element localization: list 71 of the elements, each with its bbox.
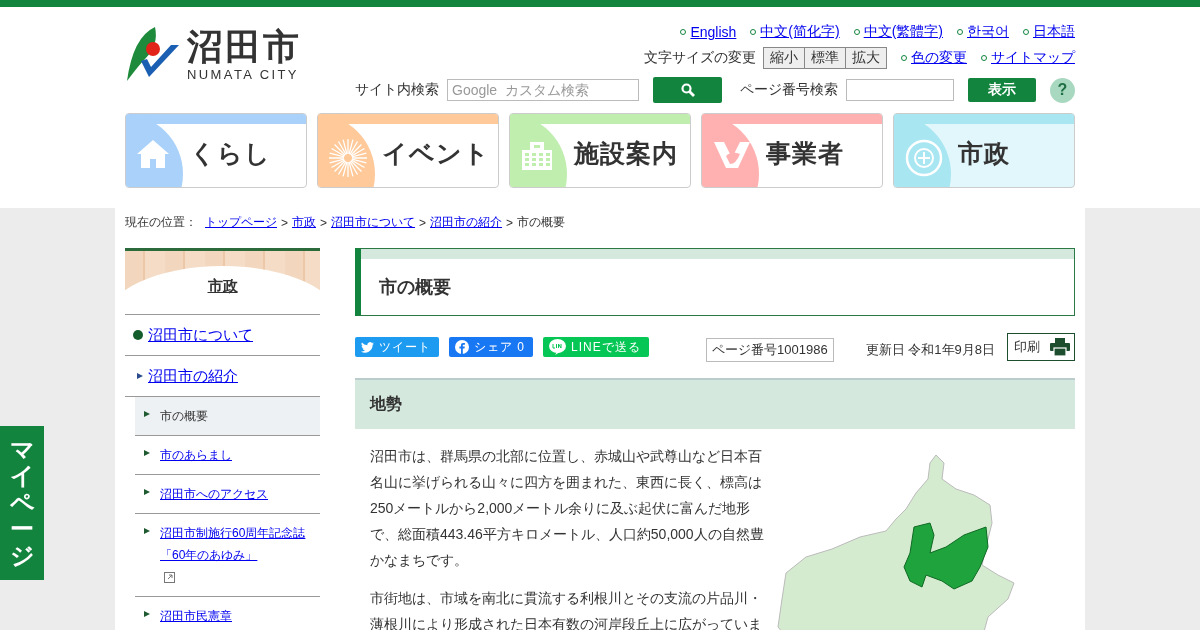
triangle-icon	[144, 611, 150, 617]
utility-link[interactable]: 色の変更	[911, 49, 967, 67]
page-number-field[interactable]	[846, 79, 954, 101]
triangle-icon	[144, 528, 150, 534]
body-paragraph: 沼田市は、群馬県の北部に位置し、赤城山や武尊山など日本百名山に挙げられる山々に四方を囲まれた、東西に長く、標高は250メートルから2,000メートル余りに及ぶ起伏に富んだ地形で、総面積443.46平方キロメートル、人口約50,000人の自然豊かなまちです。	[370, 447, 764, 570]
text-size-button[interactable]: 拡大	[845, 47, 887, 69]
breadcrumb-label: 現在の位置：	[125, 214, 197, 231]
mypage-tab[interactable]: マイページ	[0, 426, 44, 580]
text-size-button[interactable]: 標準	[804, 47, 846, 69]
logo-name: 沼田市	[187, 26, 301, 67]
sidebar-link[interactable]: 市のあらまし	[160, 444, 232, 466]
sidebar-link[interactable]: 沼田市制施行60周年記念誌「60年のあゆみ」	[160, 522, 310, 566]
language-link[interactable]: English	[690, 24, 737, 40]
sidebar-title[interactable]: 市政	[125, 251, 320, 296]
breadcrumb-separator: >	[419, 215, 427, 230]
sidebar-link[interactable]: 沼田市へのアクセス	[160, 483, 268, 505]
bird-icon	[361, 341, 374, 353]
language-link[interactable]: 한국어	[967, 23, 1009, 41]
section-heading: 地勢	[355, 378, 1075, 429]
sidebar-link[interactable]: 沼田市について	[148, 325, 253, 345]
site-search-label: サイト内検索	[355, 81, 439, 99]
triangle-icon	[144, 411, 150, 417]
breadcrumb-link[interactable]: 市政	[292, 214, 316, 231]
current-page-label: 市の概要	[160, 409, 208, 423]
target-icon	[904, 138, 944, 178]
breadcrumb-link[interactable]: 沼田市の紹介	[430, 214, 503, 231]
sidebar-subitem[interactable]: 沼田市制施行60周年記念誌「60年のあゆみ」	[135, 514, 320, 597]
category-card[interactable]: 事業者	[701, 113, 883, 188]
text-size-label: 文字サイズの変更	[644, 49, 756, 67]
triangle-icon	[144, 450, 150, 456]
language-link[interactable]: 中文(简化字)	[760, 23, 840, 41]
page-title: 市の概要	[379, 276, 451, 299]
bullet-icon	[133, 330, 143, 340]
share-button[interactable]: シェア 0	[449, 337, 533, 357]
sidebar-subitem[interactable]: 市の概要	[135, 397, 320, 436]
print-button[interactable]: 印刷	[1007, 333, 1075, 361]
sidebar-subitem[interactable]: 市のあらまし	[135, 436, 320, 475]
logo-icon	[125, 25, 181, 83]
search-icon	[680, 83, 695, 97]
updated-date: 更新日 令和1年9月8日	[865, 341, 995, 359]
search-field[interactable]: Google カスタム検索	[447, 79, 639, 101]
logo-subtitle: NUMATA CITY	[187, 66, 300, 82]
breadcrumb-separator: >	[320, 215, 328, 230]
sidebar-link[interactable]: 沼田市の紹介	[148, 366, 238, 386]
search-button[interactable]	[653, 77, 722, 103]
house-icon	[136, 138, 170, 170]
breadcrumb-separator: >	[506, 215, 514, 230]
sidebar-subitem[interactable]: 沼田市民憲章	[135, 597, 320, 630]
show-button[interactable]: 表示	[968, 78, 1036, 102]
help-button[interactable]: ?	[1050, 77, 1075, 103]
breadcrumb-separator: >	[281, 215, 288, 230]
breadcrumb-link[interactable]: トップページ	[205, 214, 277, 231]
text-size-button[interactable]: 縮小	[763, 47, 805, 69]
category-card[interactable]: イベント	[317, 113, 499, 188]
triangle-icon	[144, 489, 150, 495]
printer-icon	[1050, 338, 1070, 356]
category-card[interactable]: 施設案内	[509, 113, 691, 188]
breadcrumb-current: 市の概要	[517, 214, 566, 231]
page-number: ページ番号1001986	[706, 338, 834, 362]
breadcrumb-link[interactable]: 沼田市について	[331, 214, 416, 231]
category-card[interactable]: くらし	[125, 113, 307, 188]
page-search-label: ページ番号検索	[740, 81, 838, 99]
language-link[interactable]: 日本語	[1033, 23, 1075, 41]
speech-bubble-icon	[549, 339, 566, 355]
sidebar-subitem[interactable]: 沼田市へのアクセス	[135, 475, 320, 514]
firework-icon	[328, 138, 368, 178]
facebook-icon	[455, 340, 469, 354]
utility-link[interactable]: サイトマップ	[991, 49, 1075, 67]
language-link[interactable]: 中文(繁體字)	[863, 23, 943, 41]
sidebar-link[interactable]: 沼田市民憲章	[160, 605, 232, 627]
triangle-icon	[137, 373, 143, 379]
